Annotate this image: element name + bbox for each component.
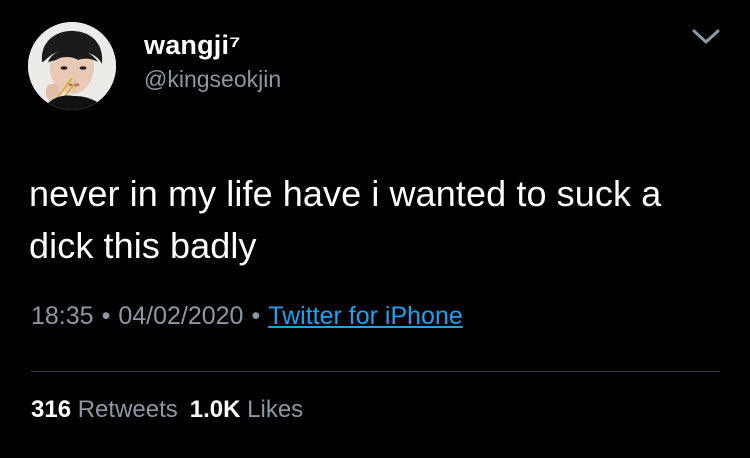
likes-label[interactable]: Likes: [247, 396, 303, 423]
display-name[interactable]: wangji⁷: [144, 30, 241, 61]
meta-separator: •: [101, 302, 111, 330]
tweet-source-link[interactable]: Twitter for iPhone: [268, 302, 463, 330]
tweet-card: wangji⁷ @kingseokjin never in my life ha…: [0, 0, 750, 458]
chevron-down-icon[interactable]: [690, 26, 722, 46]
tweet-time: 18:35: [31, 302, 94, 330]
avatar[interactable]: [28, 22, 116, 110]
retweets-count[interactable]: 316: [31, 396, 71, 423]
tweet-stats: 316 Retweets 1.0K Likes: [31, 396, 303, 424]
retweets-label[interactable]: Retweets: [78, 396, 178, 423]
avatar-image: [28, 22, 116, 110]
tweet-meta: 18:35 • 04/02/2020 • Twitter for iPhone: [31, 302, 463, 331]
tweet-date: 04/02/2020: [118, 302, 244, 330]
likes-count[interactable]: 1.0K: [190, 396, 241, 423]
divider: [31, 371, 720, 372]
tweet-text: never in my life have i wanted to suck a…: [29, 173, 662, 266]
meta-separator: •: [251, 302, 261, 330]
user-handle[interactable]: @kingseokjin: [144, 66, 281, 93]
